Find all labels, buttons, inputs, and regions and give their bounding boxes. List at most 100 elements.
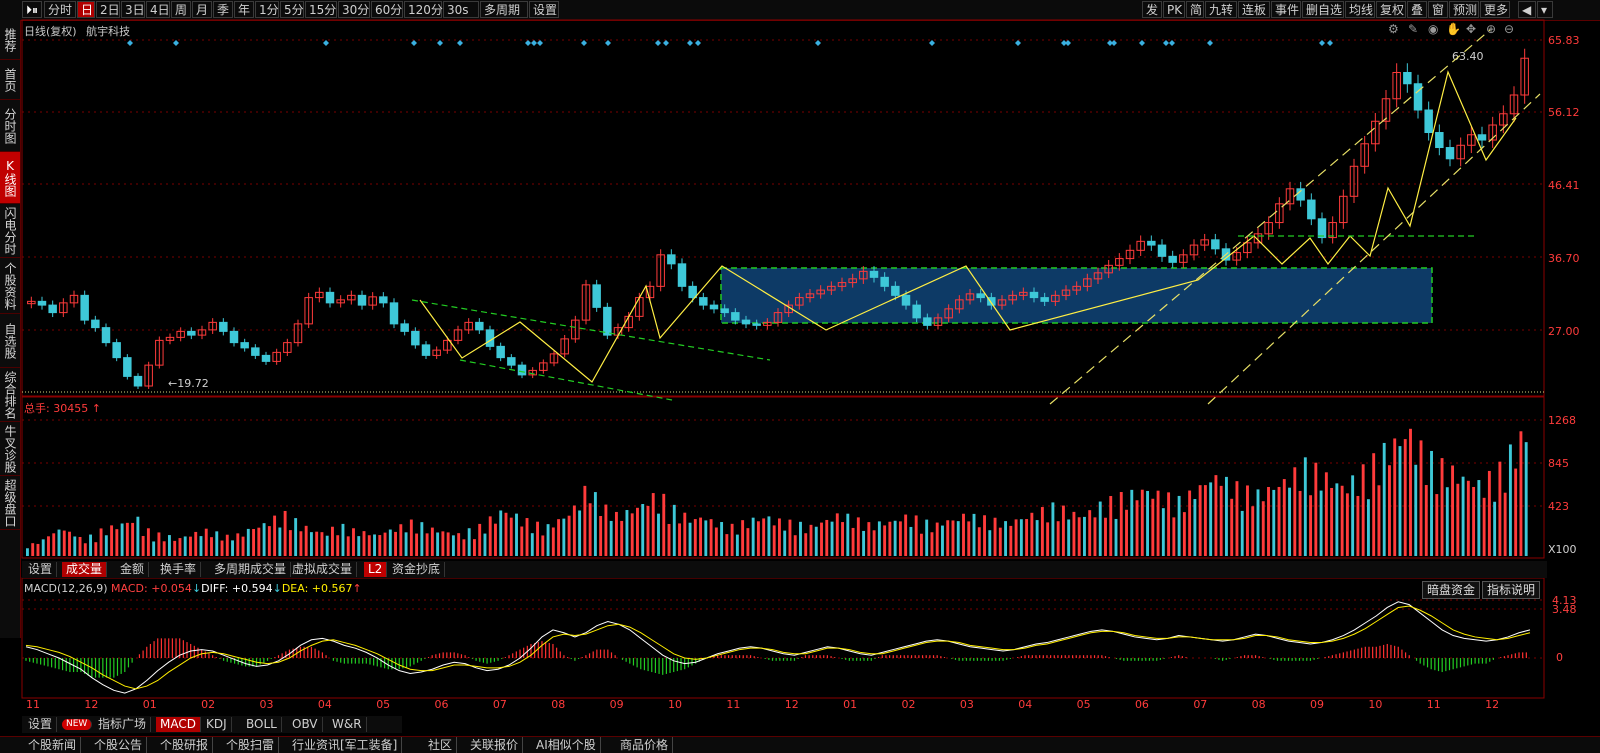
signal-diamond [815, 40, 821, 46]
date-axis: 11 12 01 02 03 04 05 06 07 08 09 10 11 12 01 02 03 04 05 06… [0, 698, 1600, 712]
volume-bar [778, 518, 781, 556]
indicator-tab-4[interactable]: KDJ [202, 717, 232, 732]
date-label: 10 [668, 698, 683, 711]
wave-line [419, 70, 1517, 383]
volume-tab-6[interactable]: L2 [364, 562, 388, 577]
volume-bar [325, 535, 329, 556]
volume-tab-7[interactable]: 资金抄底 [388, 562, 446, 577]
indicator-tab-0[interactable]: 设置 [24, 717, 58, 732]
volume-bar [425, 533, 429, 556]
volume-bar [909, 526, 913, 556]
bottom-item-7[interactable]: AI相似个股 [532, 737, 601, 753]
volume-bar [309, 532, 313, 556]
volume-bar [835, 513, 839, 556]
candle-body [1477, 134, 1487, 141]
date-label: 01 [142, 698, 157, 711]
volume-bar [1072, 511, 1076, 556]
volume-bar [1125, 509, 1128, 556]
volume-bar [420, 522, 424, 556]
volume-bar [977, 527, 981, 556]
volume-bar [1098, 501, 1102, 556]
signal-diamond [457, 40, 463, 46]
volume-bar [1214, 475, 1218, 556]
volume-bar [1161, 508, 1165, 556]
bottom-item-4[interactable]: 行业资讯[军工装备] [288, 737, 403, 753]
candle-body [880, 276, 889, 287]
date-label: 07 [492, 698, 507, 711]
volume-tab-4[interactable]: 多周期成交量 [210, 562, 292, 577]
volume-bar [236, 533, 240, 556]
candle-body [1403, 71, 1412, 85]
volume-bar [1309, 495, 1313, 556]
signal-diamond [1169, 40, 1175, 46]
volume-bar [288, 530, 292, 556]
candle-body [251, 347, 260, 356]
volume-tab-2[interactable]: 金额 [116, 562, 150, 577]
bottom-item-0[interactable]: 个股新闻 [24, 737, 82, 753]
volume-bar [1193, 499, 1197, 556]
bottom-item-8[interactable]: 商品价格 [616, 737, 674, 753]
volume-bar [1146, 490, 1150, 556]
volume-bar [131, 522, 135, 556]
candle-body [325, 291, 335, 304]
signal-diamond [1207, 40, 1213, 46]
volume-bar [1119, 492, 1123, 556]
volume-bar [241, 536, 245, 556]
bottom-item-5[interactable]: 社区 [424, 737, 458, 753]
volume-bar [1388, 465, 1391, 556]
volume-bar [283, 510, 287, 556]
bottom-item-3[interactable]: 个股扫雷 [222, 737, 280, 753]
indicator-help-button[interactable]: 指标说明 [1482, 581, 1541, 599]
volume-bar [273, 515, 277, 556]
volume-tab-0[interactable]: 设置 [24, 562, 58, 577]
volume-bar [215, 531, 219, 556]
volume-bar [125, 522, 129, 556]
volume-bar [1182, 512, 1186, 556]
volume-bar [1477, 480, 1481, 556]
candle-body [1413, 83, 1423, 111]
candle-body [869, 270, 879, 278]
volume-bar [867, 522, 871, 556]
volume-bar [883, 525, 887, 556]
candle-body [976, 293, 985, 299]
volume-bar [551, 527, 555, 556]
candle-body [603, 306, 612, 336]
volume-bar [494, 523, 497, 556]
stock-chart[interactable] [0, 0, 1600, 752]
indicator-tab-3[interactable]: MACD [156, 717, 201, 732]
volume-bar [651, 493, 655, 556]
date-label: 11 [26, 698, 40, 711]
indicator-tab-6[interactable]: OBV [288, 717, 323, 732]
volume-tick: 1268 [1548, 414, 1576, 427]
down-arrow-icon: ↓ [191, 582, 202, 595]
volume-bar [1493, 501, 1497, 556]
volume-bar [1009, 525, 1013, 556]
volume-bar [804, 533, 808, 556]
volume-tab-1[interactable]: 成交量 [62, 562, 108, 577]
dark-pool-button[interactable]: 暗盘资金 [1422, 581, 1481, 599]
volume-bar [1414, 464, 1418, 556]
date-label: 04 [1018, 698, 1033, 711]
signal-diamond [173, 40, 179, 46]
volume-bar [320, 532, 324, 556]
signal-diamond [537, 40, 543, 46]
volume-bar [1019, 519, 1023, 556]
volume-bar [972, 513, 976, 556]
volume-tab-3[interactable]: 换手率 [156, 562, 202, 577]
bottom-item-2[interactable]: 个股研报 [156, 737, 214, 753]
volume-bar [1030, 512, 1034, 556]
volume-bar [1524, 442, 1528, 556]
volume-bar [504, 512, 508, 556]
indicator-tab-2[interactable]: 指标广场 [94, 717, 152, 732]
volume-tab-5[interactable]: 虚拟成交量 [288, 562, 358, 577]
volume-bar [1177, 495, 1181, 556]
volume-bar [925, 519, 929, 556]
volume-bar [1303, 457, 1307, 556]
bottom-item-6[interactable]: 关联报价 [466, 737, 524, 753]
indicator-tab-1[interactable]: NEW [62, 719, 93, 730]
volume-bar [1035, 520, 1039, 556]
signal-diamond [437, 40, 443, 46]
indicator-tab-7[interactable]: W&R [328, 717, 367, 732]
bottom-item-1[interactable]: 个股公告 [90, 737, 148, 753]
indicator-tab-5[interactable]: BOLL [242, 717, 282, 732]
